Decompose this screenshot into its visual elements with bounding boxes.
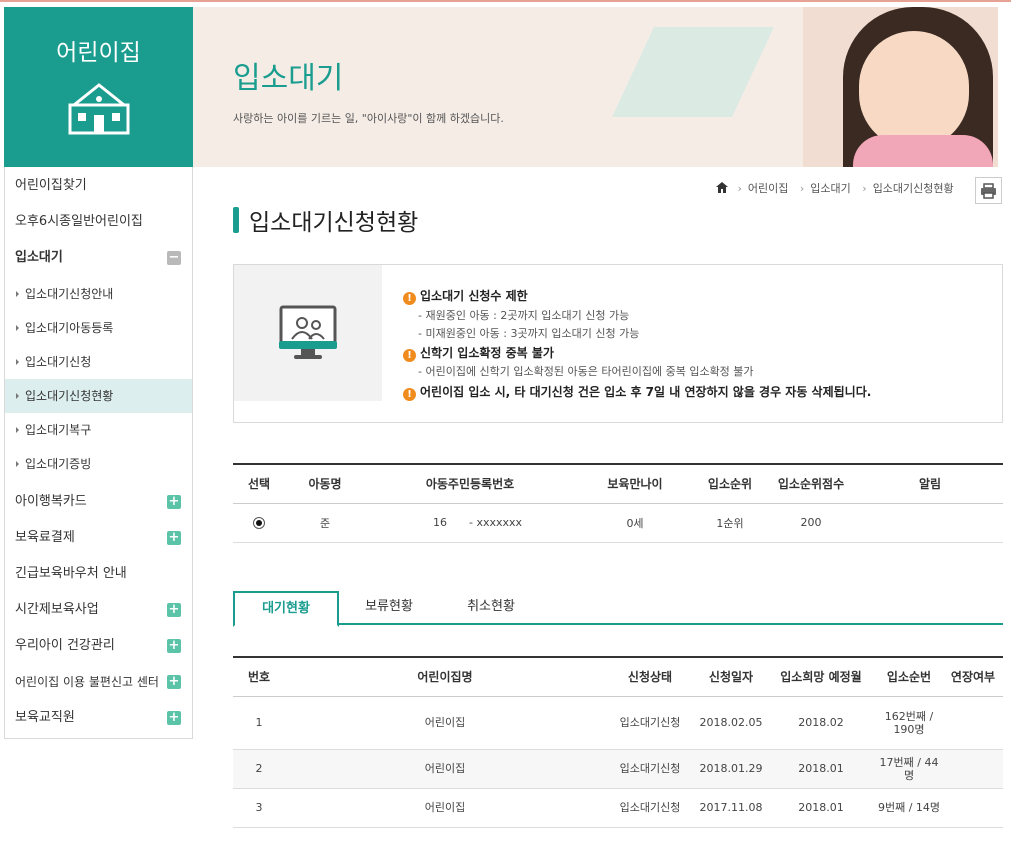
monitor-people-icon [279, 305, 337, 359]
table-row[interactable]: 3 어린이집 입소대기신청 2017.11.08 2018.01 9번째 / 1… [233, 788, 1003, 828]
breadcrumb-item[interactable]: 어린이집 [748, 182, 788, 195]
sidebar-item-complaint[interactable]: 어린이집 이용 불편신고 센터 + [5, 667, 192, 697]
notice-text: - 어린이집에 신학기 입소확정된 아동은 타어린이집에 중복 입소확정 불가 [418, 365, 754, 378]
status-tabs: 대기현황 보류현황 취소현황 [233, 591, 1003, 627]
sidebar-item-hourly[interactable]: 시간제보육사업 + [5, 595, 192, 625]
notice-heading: ! 입소대기 신청수 제한 [403, 287, 528, 305]
banner-decoration [612, 27, 774, 117]
sidebar-item-allday[interactable]: 오후6시종일반어린이집 [5, 207, 192, 237]
sidebar-title: 어린이집 [56, 40, 141, 66]
child-alert [857, 503, 1003, 543]
breadcrumb-item[interactable]: 입소대기 [810, 182, 850, 195]
sidebar-subitem-proof[interactable]: 입소대기증빙 [5, 449, 192, 479]
arrow-icon [16, 461, 19, 467]
waiting-status-table: 번호 어린이집명 신청상태 신청일자 입소희망 예정월 입소순번 연장여부 1 … [233, 656, 1003, 828]
sidebar-subitem-apply[interactable]: 입소대기신청 [5, 347, 192, 377]
sidebar-subitem-status[interactable]: 입소대기신청현황 [5, 379, 192, 413]
plus-icon[interactable]: + [167, 639, 181, 653]
banner-subtitle: 사랑하는 아이를 기르는 일, "아이사랑"이 함께 하겠습니다. [233, 112, 504, 125]
plus-icon[interactable]: + [167, 675, 181, 689]
banner-title: 입소대기 [233, 61, 344, 96]
plus-icon[interactable]: + [167, 531, 181, 545]
arrow-icon [16, 393, 19, 399]
child-rank: 1순위 [695, 503, 765, 543]
table-row[interactable]: 1 어린이집 입소대기신청 2018.02.05 2018.02 162번째 /… [233, 696, 1003, 750]
banner: 입소대기 사랑하는 아이를 기르는 일, "아이사랑"이 함께 하겠습니다. [193, 7, 998, 167]
sidebar-subitem-restore[interactable]: 입소대기복구 [5, 415, 192, 445]
notice-heading: ! 어린이집 입소 시, 타 대기신청 건은 입소 후 7일 내 연장하지 않을 … [403, 383, 871, 401]
plus-icon[interactable]: + [167, 711, 181, 725]
child-name: 준 [285, 503, 365, 543]
table-header: 선택 아동명 아동주민등록번호 보육만나이 입소순위 입소순위점수 알림 [233, 464, 1003, 504]
plus-icon[interactable]: + [167, 495, 181, 509]
house-icon [68, 83, 130, 135]
notice-image [234, 265, 382, 401]
child-age: 0세 [575, 503, 695, 543]
breadcrumb-item: 입소대기신청현황 [872, 182, 954, 195]
plus-icon[interactable]: + [167, 603, 181, 617]
arrow-icon [16, 291, 19, 297]
notice-text: - 미재원중인 아동 : 3곳까지 입소대기 신청 가능 [418, 327, 640, 340]
exclamation-icon: ! [403, 388, 416, 401]
arrow-icon [16, 325, 19, 331]
table-row[interactable]: 2 어린이집 입소대기신청 2018.01.29 2018.01 17번째 / … [233, 749, 1003, 789]
sidebar-item-waiting[interactable]: 입소대기 − [5, 243, 192, 273]
arrow-icon [16, 359, 19, 365]
tab-waiting[interactable]: 대기현황 [233, 591, 339, 627]
tab-hold[interactable]: 보류현황 [345, 591, 433, 625]
minus-icon[interactable]: − [167, 251, 181, 265]
sidebar-item-health[interactable]: 우리아이 건강관리 + [5, 631, 192, 661]
notice-box: ! 입소대기 신청수 제한 - 재원중인 아동 : 2곳까지 입소대기 신청 가능… [233, 264, 1003, 423]
sidebar-menu: 어린이집찾기 오후6시종일반어린이집 입소대기 − 입소대기신청안내 입소대기아동… [4, 167, 193, 739]
page-title: 입소대기신청현황 [233, 203, 418, 237]
top-border [0, 0, 1011, 2]
banner-photo-face [859, 31, 969, 149]
select-radio[interactable] [253, 517, 265, 529]
child-score: 200 [765, 503, 857, 543]
breadcrumb: › 어린이집 › 입소대기 › 입소대기신청현황 [716, 180, 956, 196]
table-header: 번호 어린이집명 신청상태 신청일자 입소희망 예정월 입소순번 연장여부 [233, 657, 1003, 697]
banner-photo-shirt [853, 135, 993, 167]
child-rrn: 16- xxxxxxx [365, 503, 575, 543]
home-icon[interactable] [716, 182, 728, 193]
exclamation-icon: ! [403, 349, 416, 362]
exclamation-icon: ! [403, 292, 416, 305]
tab-cancel[interactable]: 취소현황 [447, 591, 535, 625]
sidebar-subitem-guide[interactable]: 입소대기신청안내 [5, 279, 192, 309]
child-table: 선택 아동명 아동주민등록번호 보육만나이 입소순위 입소순위점수 알림 준 1… [233, 463, 1003, 543]
sidebar-subitem-register[interactable]: 입소대기아동등록 [5, 313, 192, 343]
arrow-icon [16, 427, 19, 433]
sidebar-item-find[interactable]: 어린이집찾기 [5, 171, 192, 201]
print-icon [981, 183, 996, 199]
table-row: 준 16- xxxxxxx 0세 1순위 200 [233, 503, 1003, 543]
print-button[interactable] [975, 177, 1002, 204]
sidebar-item-voucher[interactable]: 긴급보육바우처 안내 [5, 559, 192, 589]
sidebar-header: 어린이집 [4, 7, 193, 167]
notice-heading: ! 신학기 입소확정 중복 불가 [403, 344, 554, 362]
sidebar-item-staff[interactable]: 보육교직원 + [5, 703, 192, 733]
sidebar-item-payment[interactable]: 보육료결제 + [5, 523, 192, 553]
notice-text: - 재원중인 아동 : 2곳까지 입소대기 신청 가능 [418, 309, 630, 322]
sidebar-item-card[interactable]: 아이행복카드 + [5, 487, 192, 517]
